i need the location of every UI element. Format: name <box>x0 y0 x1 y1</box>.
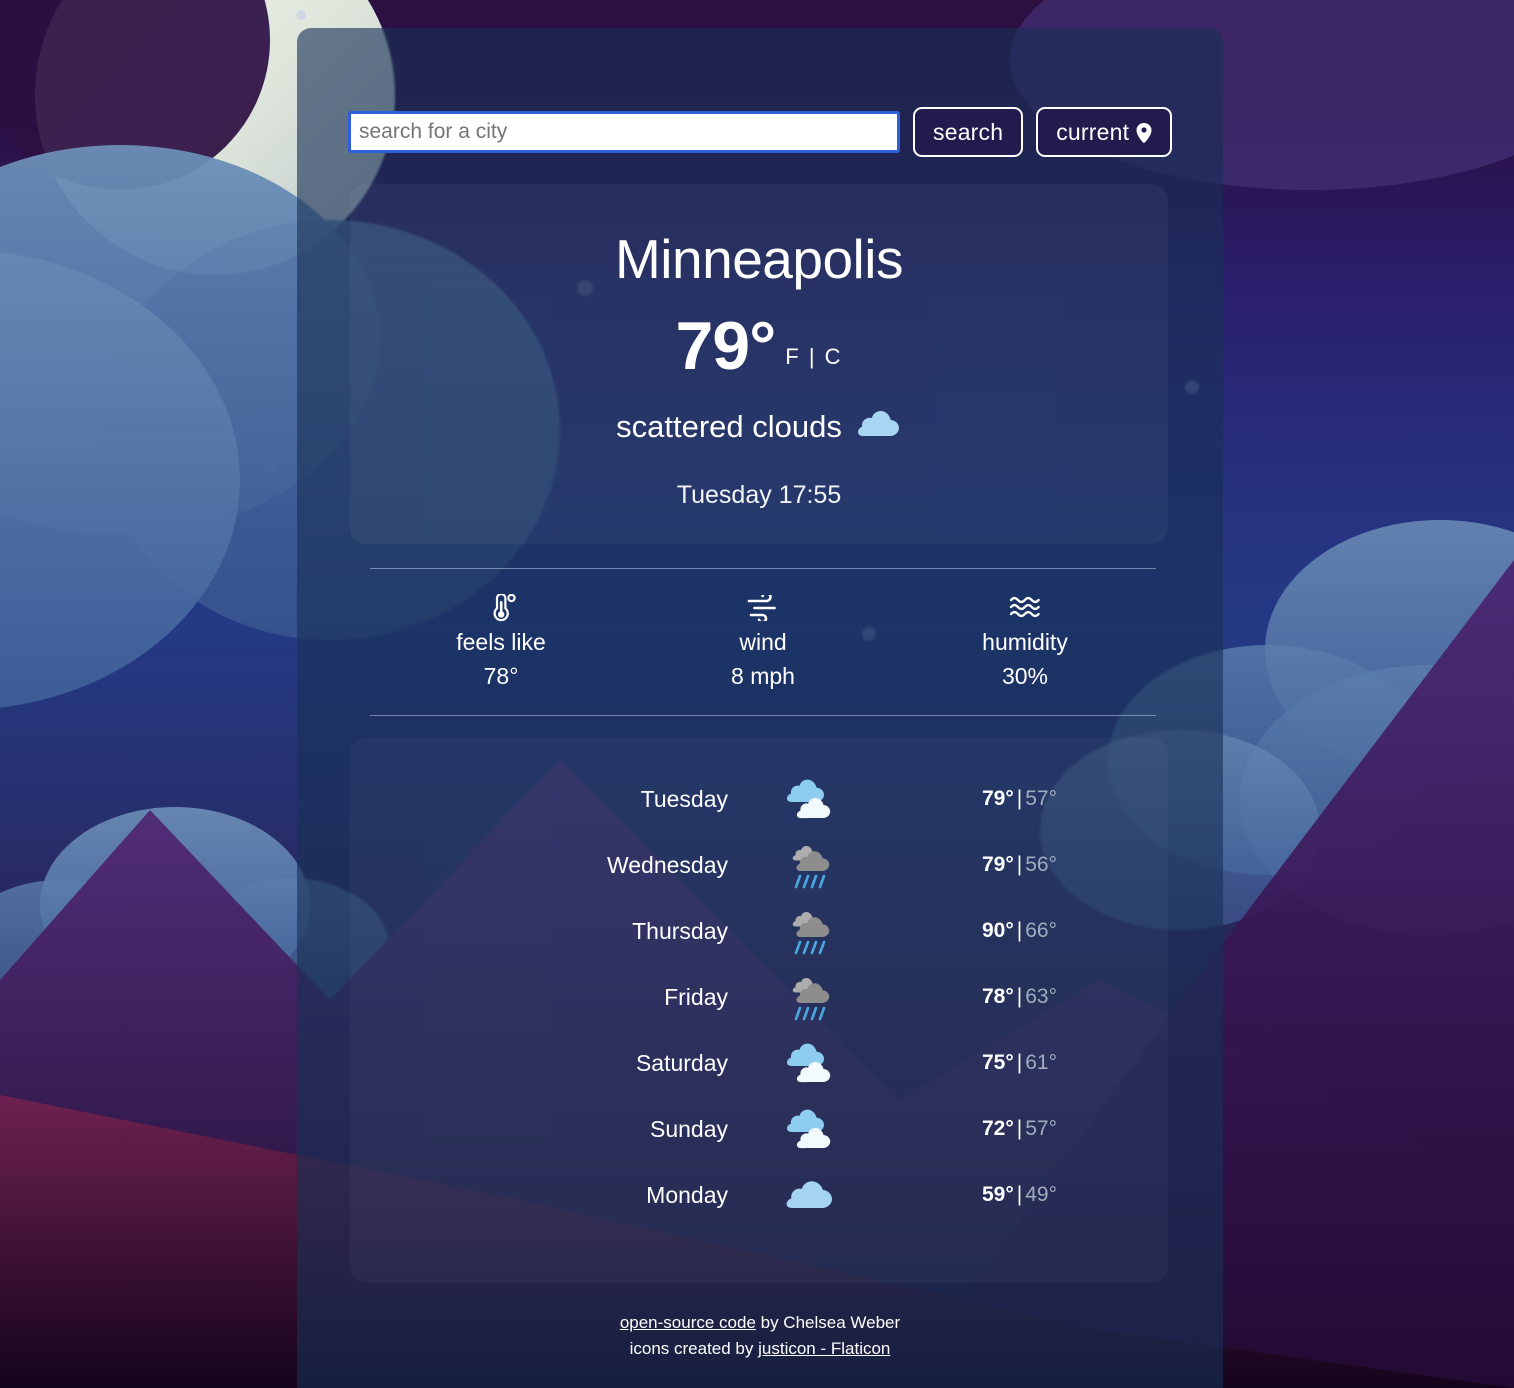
forecast-temps: 78° | 63° <box>860 985 1168 1009</box>
stat-value: 8 mph <box>731 663 795 689</box>
stat-wind: wind 8 mph <box>632 593 894 690</box>
scattered-clouds-icon <box>760 1040 860 1086</box>
forecast-row: Tuesday 79° | 57° <box>350 766 1168 832</box>
forecast-high: 72° <box>982 1117 1014 1140</box>
footer-line-1: open-source code by Chelsea Weber <box>297 1310 1223 1336</box>
city-name: Minneapolis <box>614 228 904 290</box>
rain-icon <box>760 972 860 1022</box>
forecast-high: 90° <box>982 919 1014 942</box>
forecast-separator: | <box>1016 787 1023 810</box>
cloud-icon <box>760 1176 860 1214</box>
scattered-clouds-icon <box>760 776 860 822</box>
forecast-high: 59° <box>982 1183 1014 1206</box>
search-button[interactable]: search <box>913 107 1024 157</box>
forecast-day: Wednesday <box>606 851 728 878</box>
rain-icon <box>760 906 860 956</box>
forecast-low: 57° <box>1025 787 1057 810</box>
divider-bottom <box>370 715 1156 716</box>
forecast-low: 49° <box>1025 1183 1057 1206</box>
forecast-temps: 59° | 49° <box>860 1183 1168 1207</box>
forecast-separator: | <box>1016 1183 1023 1206</box>
scattered-clouds-icon <box>856 408 902 446</box>
search-input[interactable] <box>348 111 900 153</box>
forecast-low: 57° <box>1025 1117 1057 1140</box>
forecast-row: Saturday 75° | 61° <box>350 1030 1168 1096</box>
forecast-row: Sunday 72° | 57° <box>350 1096 1168 1162</box>
forecast-day: Thursday <box>632 917 728 944</box>
search-bar: search current <box>348 107 1173 157</box>
rain-icon <box>760 840 860 890</box>
forecast-high: 75° <box>982 1051 1014 1074</box>
forecast-temps: 72° | 57° <box>860 1117 1168 1141</box>
flaticon-link[interactable]: justicon - Flaticon <box>758 1339 890 1358</box>
forecast-row: Friday 78° | 63° <box>350 964 1168 1030</box>
stat-humidity: humidity 30% <box>894 593 1156 690</box>
scattered-clouds-icon <box>760 1106 860 1152</box>
forecast-temps: 75° | 61° <box>860 1051 1168 1075</box>
search-button-label: search <box>933 118 1004 145</box>
forecast-high: 79° <box>982 787 1014 810</box>
forecast-separator: | <box>1016 919 1023 942</box>
forecast-separator: | <box>1016 853 1023 876</box>
weather-description: scattered clouds <box>616 408 842 444</box>
forecast-separator: | <box>1016 1117 1023 1140</box>
current-temperature-row: 79° F | C <box>350 312 1168 380</box>
forecast-day: Tuesday <box>640 785 728 812</box>
footer-line-2: icons created by justicon - Flaticon <box>297 1336 1223 1362</box>
stat-feels-like: feels like 78° <box>370 593 632 690</box>
footer-author: by Chelsea Weber <box>755 1313 901 1332</box>
forecast-row: Monday 59° | 49° <box>350 1162 1168 1228</box>
forecast-day: Sunday <box>649 1115 728 1142</box>
humidity-icon <box>894 593 1156 623</box>
forecast-temps: 79° | 57° <box>860 787 1168 811</box>
stat-label: humidity <box>982 629 1068 655</box>
current-datetime: Tuesday 17:55 <box>676 480 842 509</box>
wind-icon <box>632 593 894 623</box>
weather-app-panel: search current Minneapolis 79° F | C sca… <box>297 28 1223 1388</box>
forecast-high: 78° <box>982 985 1014 1008</box>
forecast-temps: 90° | 66° <box>860 919 1168 943</box>
open-source-code-link[interactable]: open-source code <box>620 1313 756 1332</box>
forecast-low: 66° <box>1025 919 1057 942</box>
location-pin-icon <box>1136 122 1152 144</box>
forecast-row: Thursday 90° | 66° <box>350 898 1168 964</box>
unit-toggle[interactable]: F | C <box>785 344 842 380</box>
forecast-day: Saturday <box>635 1049 728 1076</box>
weather-stats-row: feels like 78° wind 8 mph humidity 30% <box>370 593 1156 690</box>
forecast-low: 61° <box>1025 1051 1057 1074</box>
footer-icons-prefix: icons created by <box>629 1339 759 1359</box>
current-button-label: current <box>1056 118 1130 145</box>
forecast-day: Monday <box>646 1181 728 1208</box>
current-temperature: 79° <box>675 307 776 384</box>
forecast-day: Friday <box>664 983 728 1010</box>
forecast-row: Wednesday 79° | 56° <box>350 832 1168 898</box>
forecast-low: 56° <box>1025 853 1057 876</box>
stat-label: wind <box>739 629 787 655</box>
stat-value: 78° <box>483 663 519 689</box>
forecast-high: 79° <box>982 853 1014 876</box>
thermometer-icon <box>370 593 632 623</box>
current-location-button[interactable]: current <box>1036 107 1173 157</box>
current-weather-card: Minneapolis 79° F | C scattered clouds T… <box>350 184 1168 544</box>
stat-label: feels like <box>456 629 546 655</box>
divider-top <box>370 568 1156 569</box>
forecast-separator: | <box>1016 1051 1023 1074</box>
forecast-list: Tuesday 79° | 57° Wednesday 79° | 56° Thursday… <box>350 738 1168 1283</box>
forecast-low: 63° <box>1025 985 1057 1008</box>
footer: open-source code by Chelsea Weber icons … <box>297 1310 1223 1363</box>
weather-description-row: scattered clouds <box>350 408 1168 446</box>
forecast-temps: 79° | 56° <box>860 853 1168 877</box>
forecast-separator: | <box>1016 985 1023 1008</box>
stat-value: 30% <box>1001 663 1049 689</box>
